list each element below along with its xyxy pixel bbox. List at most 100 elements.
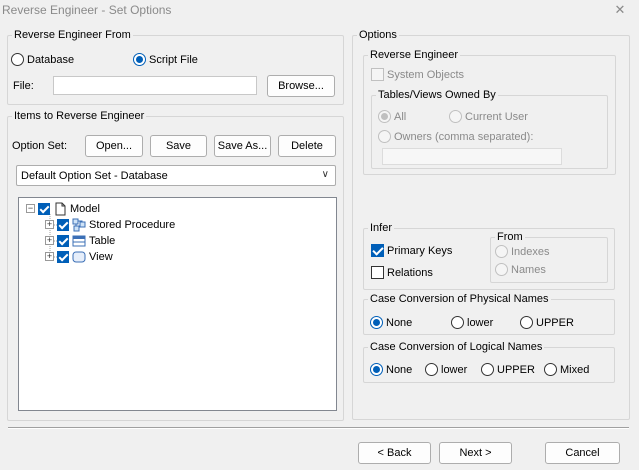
- names-label: Names: [511, 263, 546, 276]
- footer-separator: [8, 427, 629, 429]
- items-tree[interactable]: − Model + Stored Procedure + Table + Vie…: [18, 197, 337, 411]
- system-objects-label: System Objects: [387, 68, 465, 81]
- primary-keys-label: Primary Keys: [387, 244, 453, 257]
- stored-procedure-checkbox[interactable]: [57, 218, 69, 231]
- view-checkbox[interactable]: [57, 250, 69, 263]
- logical-none-radio-button[interactable]: [370, 363, 383, 376]
- database-radio[interactable]: Database: [11, 53, 74, 66]
- primary-keys-option[interactable]: Primary Keys: [371, 244, 452, 257]
- save-button[interactable]: Save: [150, 135, 207, 157]
- all-label: All: [394, 110, 407, 123]
- system-objects-option[interactable]: System Objects: [371, 68, 464, 81]
- script-file-label: Script File: [149, 53, 198, 66]
- infer-from-legend: From: [497, 231, 523, 243]
- names-radio[interactable]: Names: [495, 263, 546, 276]
- delete-button[interactable]: Delete: [278, 135, 336, 157]
- case-logical-legend: Case Conversion of Logical Names: [370, 341, 543, 353]
- logical-none-radio[interactable]: None: [370, 363, 412, 376]
- tree-label-view: View: [89, 250, 113, 263]
- tree-row-table[interactable]: + Table: [45, 233, 115, 248]
- script-file-radio[interactable]: Script File: [133, 53, 198, 66]
- table-icon: [72, 235, 86, 246]
- tree-label-stored-procedure: Stored Procedure: [89, 218, 176, 231]
- indexes-radio-button[interactable]: [495, 245, 508, 258]
- database-radio-button[interactable]: [11, 53, 24, 66]
- physical-none-label: None: [386, 316, 413, 329]
- owned-by-all-radio[interactable]: All: [378, 110, 406, 123]
- options-legend: Options: [359, 29, 397, 41]
- table-checkbox[interactable]: [57, 234, 69, 247]
- title-bar: Reverse Engineer - Set Options ✕: [0, 0, 639, 22]
- logical-lower-radio[interactable]: lower: [425, 363, 467, 376]
- current-user-radio-button[interactable]: [449, 110, 462, 123]
- logical-none-label: None: [386, 363, 413, 376]
- indexes-label: Indexes: [511, 245, 550, 258]
- system-objects-checkbox[interactable]: [371, 68, 384, 81]
- logical-upper-label: UPPER: [497, 363, 535, 376]
- save-as-button[interactable]: Save As...: [214, 135, 271, 157]
- option-set-select[interactable]: Default Option Set - Database ∨: [16, 165, 336, 186]
- logical-lower-label: lower: [441, 363, 468, 376]
- browse-button[interactable]: Browse...: [267, 75, 335, 97]
- collapse-icon[interactable]: −: [26, 204, 35, 213]
- tree-row-stored-procedure[interactable]: + Stored Procedure: [45, 217, 175, 232]
- next-button[interactable]: Next >: [439, 442, 512, 464]
- physical-upper-label: UPPER: [536, 316, 574, 329]
- tree-label-model: Model: [70, 202, 100, 215]
- all-radio-button[interactable]: [378, 110, 391, 123]
- physical-none-radio[interactable]: None: [370, 316, 412, 329]
- physical-none-radio-button[interactable]: [370, 316, 383, 329]
- logical-mixed-radio-button[interactable]: [544, 363, 557, 376]
- expand-icon[interactable]: +: [45, 220, 54, 229]
- physical-upper-radio[interactable]: UPPER: [520, 316, 574, 329]
- primary-keys-checkbox[interactable]: [371, 244, 384, 257]
- close-icon[interactable]: ✕: [611, 2, 629, 18]
- cancel-button[interactable]: Cancel: [545, 442, 620, 464]
- back-button[interactable]: < Back: [358, 442, 431, 464]
- owners-label: Owners (comma separated):: [394, 130, 534, 143]
- expand-icon[interactable]: +: [45, 236, 54, 245]
- option-set-label: Option Set:: [12, 140, 68, 152]
- view-icon: [72, 251, 86, 262]
- logical-upper-radio[interactable]: UPPER: [481, 363, 535, 376]
- expand-icon[interactable]: +: [45, 252, 54, 261]
- file-label: File:: [13, 80, 34, 92]
- reverse-from-legend: Reverse Engineer From: [14, 29, 131, 41]
- logical-upper-radio-button[interactable]: [481, 363, 494, 376]
- items-legend: Items to Reverse Engineer: [14, 110, 145, 122]
- case-physical-legend: Case Conversion of Physical Names: [370, 293, 549, 305]
- tree-row-model[interactable]: − Model: [26, 201, 100, 216]
- current-user-label: Current User: [465, 110, 528, 123]
- stored-procedure-icon: [72, 218, 86, 231]
- owned-by-legend: Tables/Views Owned By: [378, 89, 496, 101]
- script-file-radio-button[interactable]: [133, 53, 146, 66]
- owners-input[interactable]: [382, 148, 562, 165]
- physical-upper-radio-button[interactable]: [520, 316, 533, 329]
- file-path-input[interactable]: [53, 76, 257, 95]
- names-radio-button[interactable]: [495, 263, 508, 276]
- relations-label: Relations: [387, 266, 433, 279]
- document-icon: [55, 202, 66, 215]
- model-checkbox[interactable]: [38, 202, 50, 215]
- physical-lower-label: lower: [467, 316, 494, 329]
- relations-option[interactable]: Relations: [371, 266, 433, 279]
- relations-checkbox[interactable]: [371, 266, 384, 279]
- option-set-value: Default Option Set - Database: [21, 169, 168, 182]
- physical-lower-radio-button[interactable]: [451, 316, 464, 329]
- open-button[interactable]: Open...: [85, 135, 143, 157]
- window-title: Reverse Engineer - Set Options: [2, 3, 172, 17]
- infer-legend: Infer: [370, 222, 393, 234]
- current-user-radio[interactable]: Current User: [449, 110, 528, 123]
- tree-row-view[interactable]: + View: [45, 249, 113, 264]
- chevron-down-icon: ∨: [321, 169, 329, 180]
- owners-radio-button[interactable]: [378, 130, 391, 143]
- physical-lower-radio[interactable]: lower: [451, 316, 493, 329]
- tree-label-table: Table: [89, 234, 116, 247]
- logical-mixed-radio[interactable]: Mixed: [544, 363, 589, 376]
- logical-mixed-label: Mixed: [560, 363, 590, 376]
- case-logical-group: Case Conversion of Logical Names: [363, 341, 615, 383]
- indexes-radio[interactable]: Indexes: [495, 245, 550, 258]
- reverse-engineer-legend: Reverse Engineer: [370, 49, 459, 61]
- owners-radio[interactable]: Owners (comma separated):: [378, 130, 533, 143]
- logical-lower-radio-button[interactable]: [425, 363, 438, 376]
